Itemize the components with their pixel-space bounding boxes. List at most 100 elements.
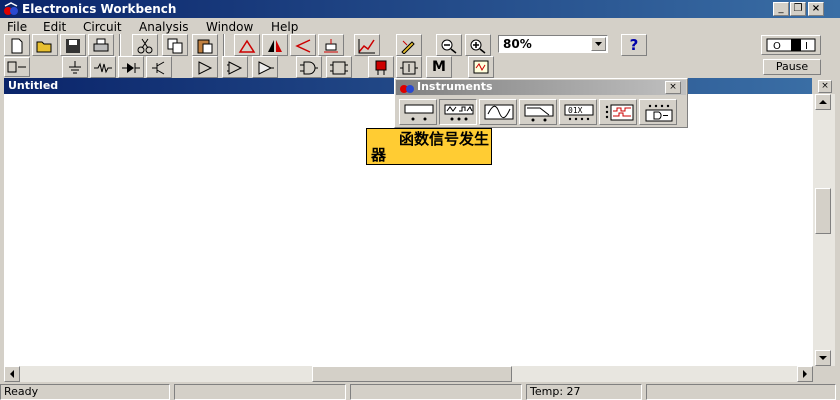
dropdown-arrow-icon[interactable] (591, 37, 606, 51)
size-grip (813, 366, 835, 382)
basic-bin-button[interactable] (90, 56, 116, 78)
close-button[interactable]: × (808, 2, 824, 16)
menu-window-label: Window (206, 20, 254, 34)
toolbar-separator (223, 34, 225, 56)
arrow-right-icon (803, 370, 807, 378)
ground-source-icon (69, 61, 81, 74)
vertical-scroll-thumb[interactable] (815, 188, 831, 234)
analog-ics-bin-button[interactable] (192, 56, 218, 78)
copy-button[interactable] (162, 34, 188, 56)
menu-help-label: Help (271, 20, 299, 34)
svg-text:01X: 01X (568, 106, 583, 115)
transistors-bin-button[interactable] (146, 56, 172, 78)
scroll-down-button[interactable] (815, 350, 831, 366)
scroll-right-button[interactable] (797, 366, 813, 382)
copy-icon (167, 38, 183, 54)
arrow-up-icon (819, 100, 827, 104)
toolbar-separator (119, 34, 121, 56)
digital-ic-icon (258, 61, 274, 75)
bode-plotter-icon (524, 104, 554, 122)
scroll-left-button[interactable] (4, 366, 20, 382)
function-generator-icon (444, 104, 474, 121)
logic-gates-bin-button[interactable] (296, 56, 322, 78)
flip-horizontal-icon (268, 40, 282, 52)
rotate-button[interactable] (234, 34, 260, 56)
instrument-icon (473, 60, 489, 74)
digital-ics-bin-button[interactable] (252, 56, 278, 78)
menu-file-label: File (7, 20, 28, 34)
status-pane-3 (350, 384, 522, 400)
printer-icon (93, 38, 109, 52)
word-generator-icon: 01X (564, 104, 594, 121)
logic-gate-icon (300, 61, 318, 75)
menu-edit-label: Edit (43, 20, 67, 34)
zoom-select[interactable]: 80% (498, 35, 608, 53)
power-switch-icon: OI (766, 38, 816, 52)
document-close-button[interactable]: × (818, 80, 832, 93)
restore-button[interactable]: ❐ (790, 2, 806, 16)
instrument-bode-plotter[interactable] (519, 99, 557, 125)
status-pane-5 (646, 384, 836, 400)
instrument-oscilloscope[interactable] (479, 99, 517, 125)
menu-analysis-label: Analysis (139, 20, 189, 34)
digital-bin-button[interactable] (326, 56, 352, 78)
mixed-ic-icon (227, 61, 243, 75)
instrument-word-generator[interactable]: 01X (559, 99, 597, 125)
diodes-bin-button[interactable] (118, 56, 144, 78)
instruments-title: Instruments (417, 80, 493, 93)
print-button[interactable] (88, 34, 114, 56)
app-icon (3, 2, 19, 16)
instruments-close-button[interactable]: × (665, 81, 681, 94)
resistor-icon (94, 62, 112, 74)
multimeter-icon (404, 104, 434, 121)
instrument-tooltip: 函数信号发生器 (366, 128, 492, 165)
cut-button[interactable] (132, 34, 158, 56)
save-button[interactable] (60, 34, 86, 56)
status-pane-2 (174, 384, 346, 400)
controls-bin-button[interactable] (396, 56, 422, 78)
transistor-icon (152, 61, 165, 75)
instruments-palette: Instruments × 01X (394, 78, 688, 128)
miscellaneous-bin-button[interactable]: M (426, 56, 452, 78)
minimize-button[interactable]: _ (773, 2, 789, 16)
flip-horizontal-button[interactable] (262, 34, 288, 56)
mixed-ics-bin-button[interactable] (222, 56, 248, 78)
component-properties-button[interactable] (318, 34, 344, 56)
menu-circuit-label: Circuit (83, 20, 122, 34)
sources-bin-button[interactable] (62, 56, 88, 78)
instrument-multimeter[interactable] (399, 99, 437, 125)
help-button[interactable]: ? (621, 34, 647, 56)
rotate-icon (238, 39, 256, 53)
flip-vertical-button[interactable] (290, 34, 316, 56)
instrument-function-generator[interactable] (439, 99, 477, 125)
paste-button[interactable] (192, 34, 218, 56)
paste-clipboard-icon (197, 39, 213, 54)
subcircuit-button[interactable] (396, 34, 422, 56)
pencil-icon (401, 40, 415, 54)
parts-bin-icon (7, 61, 26, 73)
status-temperature: Temp: 27 (526, 384, 642, 400)
instrument-logic-converter[interactable] (639, 99, 677, 125)
power-switch[interactable]: OI (761, 35, 821, 55)
svg-text:O: O (773, 41, 781, 52)
open-button[interactable] (32, 34, 58, 56)
instruments-bin-button[interactable] (468, 56, 494, 78)
scissors-icon (137, 38, 153, 54)
zoom-in-icon (470, 39, 486, 54)
parts-bin-toggle[interactable] (4, 57, 30, 77)
status-ready: Ready (0, 384, 170, 400)
pause-button[interactable]: Pause (763, 59, 821, 75)
zoom-in-button[interactable] (465, 34, 491, 56)
document-title: Untitled (8, 79, 59, 92)
zoom-out-button[interactable] (436, 34, 462, 56)
instrument-logic-analyzer[interactable] (599, 99, 637, 125)
graph-button[interactable] (354, 34, 380, 56)
open-folder-icon (36, 41, 52, 53)
zoom-out-icon (441, 39, 457, 54)
scroll-up-button[interactable] (815, 94, 831, 110)
tooltip-text: 函数信号发生器 (371, 130, 490, 164)
new-button[interactable] (4, 34, 30, 56)
zoom-value: 80% (503, 37, 532, 51)
horizontal-scroll-thumb[interactable] (312, 366, 512, 382)
indicators-bin-button[interactable] (368, 56, 394, 78)
